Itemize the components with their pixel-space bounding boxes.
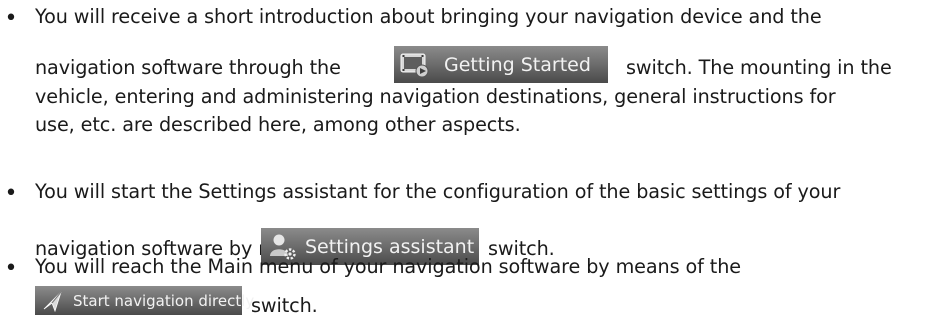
- bullet-point: •: [4, 6, 18, 31]
- paragraph-line: use, etc. are described here, among othe…: [35, 113, 521, 136]
- document-page: • You will receive a short introduction …: [0, 0, 950, 322]
- start-navigation-directly-label: Start navigation directly: [73, 291, 255, 310]
- bullet-point: •: [4, 181, 18, 206]
- paragraph-line: navigation software through the: [35, 56, 341, 79]
- paragraph-line: You will receive a short introduction ab…: [35, 5, 822, 28]
- getting-started-label: Getting Started: [444, 53, 591, 76]
- getting-started-switch[interactable]: Getting Started: [394, 46, 608, 83]
- paragraph-line: You will reach the Main menu of your nav…: [35, 255, 741, 278]
- bullet-point: •: [4, 256, 18, 281]
- start-navigation-directly-switch[interactable]: Start navigation directly: [35, 286, 254, 315]
- paragraph-line: switch. The mounting in the: [626, 56, 892, 79]
- paragraph-line: You will start the Settings assistant fo…: [35, 180, 841, 203]
- paragraph-line: vehicle, entering and administering navi…: [35, 85, 836, 108]
- film-strip-icon: [400, 53, 429, 77]
- navigation-arrow-icon: [43, 291, 62, 312]
- paragraph-line: switch.: [251, 294, 318, 317]
